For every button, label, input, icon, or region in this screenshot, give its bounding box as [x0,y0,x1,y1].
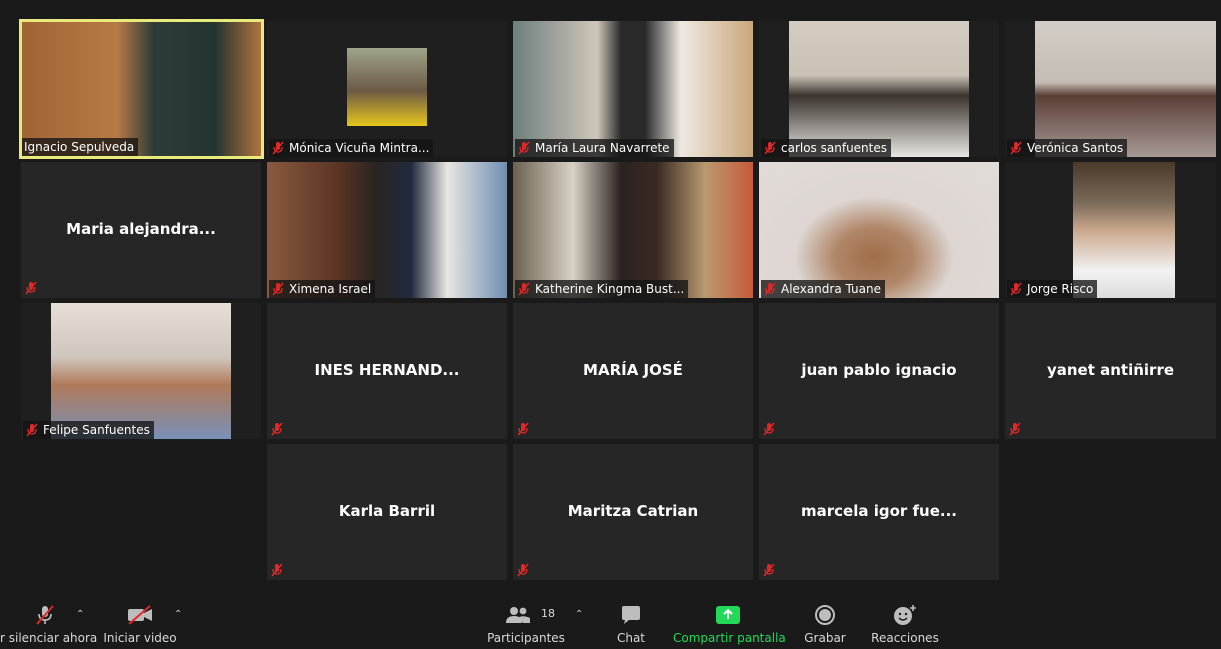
participant-name-label: carlos sanfuentes [761,139,891,157]
mic-muted-icon [36,605,54,625]
mic-muted-icon [272,282,284,296]
share-screen-button[interactable]: Compartir pantalla [673,593,786,649]
participants-label: Participantes [487,631,565,645]
chat-icon [622,606,640,624]
mic-muted-icon [271,422,283,436]
video-feed [51,303,231,439]
record-button[interactable]: Grabar [800,593,850,649]
name-tile-maria-alejandra[interactable]: Maria alejandra... [21,162,261,298]
participant-name-label: María Laura Navarrete [515,139,674,157]
reactions-button[interactable]: Reacciones [868,593,942,649]
record-label: Grabar [804,631,846,645]
participants-button[interactable]: 18 Participantes [485,593,567,649]
participant-name-label: Ignacio Sepulveda [22,138,139,156]
mic-muted-icon [272,141,284,155]
video-tile-alexandra-tuane[interactable]: Alexandra Tuane [759,162,999,298]
mic-muted-icon [764,141,776,155]
video-tile-maria-laura-navarrete[interactable]: María Laura Navarrete [513,21,753,157]
participant-name-label: Verónica Santos [1007,139,1128,157]
video-label: Iniciar video [103,631,177,645]
participant-display-name: INES HERNAND... [314,361,460,379]
video-feed [759,162,999,298]
participant-name-label: Alexandra Tuane [761,280,885,298]
chat-button[interactable]: Chat [606,593,656,649]
video-off-icon [128,605,152,625]
participant-name-label: Jorge Risco [1007,280,1098,298]
video-tile-katherine-kingma[interactable]: Katherine Kingma Bust... [513,162,753,298]
mic-muted-icon [517,422,529,436]
mic-muted-icon [1009,422,1021,436]
name-tile-juan-pablo-ignacio[interactable]: juan pablo ignacio [759,303,999,439]
video-feed [513,21,753,157]
participant-display-name: yanet antiñirre [1046,361,1175,379]
video-feed [347,48,427,126]
participant-display-name: MARÍA JOSÉ [583,361,683,379]
name-tile-karla-barril[interactable]: Karla Barril [267,444,507,580]
start-video-button[interactable]: Iniciar video [100,593,180,649]
video-tile-carlos-sanfuentes[interactable]: carlos sanfuentes [759,21,999,157]
name-tile-yanet-antinirre[interactable]: yanet antiñirre [1005,303,1216,439]
participant-name-label: Felipe Sanfuentes [23,421,154,439]
name-tile-marcela-igor[interactable]: marcela igor fue... [759,444,999,580]
video-feed [789,21,969,157]
participants-icon [505,607,530,623]
participants-options-caret[interactable]: ⌃ [575,609,583,620]
participant-display-name: Maria alejandra... [66,220,216,238]
video-feed [267,162,507,298]
participant-display-name: Karla Barril [338,502,436,520]
participants-count: 18 [541,607,555,620]
video-tile-veronica-santos[interactable]: Verónica Santos [1005,21,1216,157]
mic-muted-icon [1010,141,1022,155]
mic-muted-icon [1010,282,1022,296]
video-tile-felipe-sanfuentes[interactable]: Felipe Sanfuentes [21,303,261,439]
mute-label: r silenciar ahora [0,631,98,645]
participant-name-label: Ximena Israel [269,280,376,298]
mic-muted-icon [271,563,283,577]
mic-muted-icon [763,422,775,436]
participant-name-label: Mónica Vicuña Mintra... [269,139,434,157]
mic-muted-icon [518,141,530,155]
video-tile-ignacio-sepulveda[interactable]: Ignacio Sepulveda [19,19,264,159]
share-screen-label: Compartir pantalla [673,631,786,645]
share-screen-icon [716,606,740,624]
record-icon [815,605,835,625]
mute-button[interactable]: r silenciar ahora [0,593,98,649]
video-feed [1073,162,1175,298]
video-tile-monica-vicuna[interactable]: Mónica Vicuña Mintra... [267,21,507,157]
mic-muted-icon [518,282,530,296]
participant-display-name: juan pablo ignacio [801,361,957,379]
chat-label: Chat [616,631,646,645]
mic-muted-icon [764,282,776,296]
video-tile-jorge-risco[interactable]: Jorge Risco [1005,162,1216,298]
video-options-caret[interactable]: ⌃ [174,609,182,620]
name-tile-maria-jose[interactable]: MARÍA JOSÉ [513,303,753,439]
video-feed [1035,21,1216,157]
participant-display-name: Maritza Catrian [567,502,699,520]
participant-display-name: marcela igor fue... [801,502,957,520]
name-tile-ines-hernandez[interactable]: INES HERNAND... [267,303,507,439]
reactions-icon [894,605,916,625]
participant-name-label: Katherine Kingma Bust... [515,280,689,298]
audio-options-caret[interactable]: ⌃ [76,609,84,620]
video-tile-ximena-israel[interactable]: Ximena Israel [267,162,507,298]
video-feed [513,162,753,298]
mic-muted-icon [763,563,775,577]
reactions-label: Reacciones [871,631,939,645]
mic-muted-icon [517,563,529,577]
mic-muted-icon [25,281,37,295]
meeting-toolbar: r silenciar ahora ⌃ Iniciar video ⌃ 18 P… [0,593,1221,649]
name-tile-maritza-catrian[interactable]: Maritza Catrian [513,444,753,580]
mic-muted-icon [26,423,38,437]
